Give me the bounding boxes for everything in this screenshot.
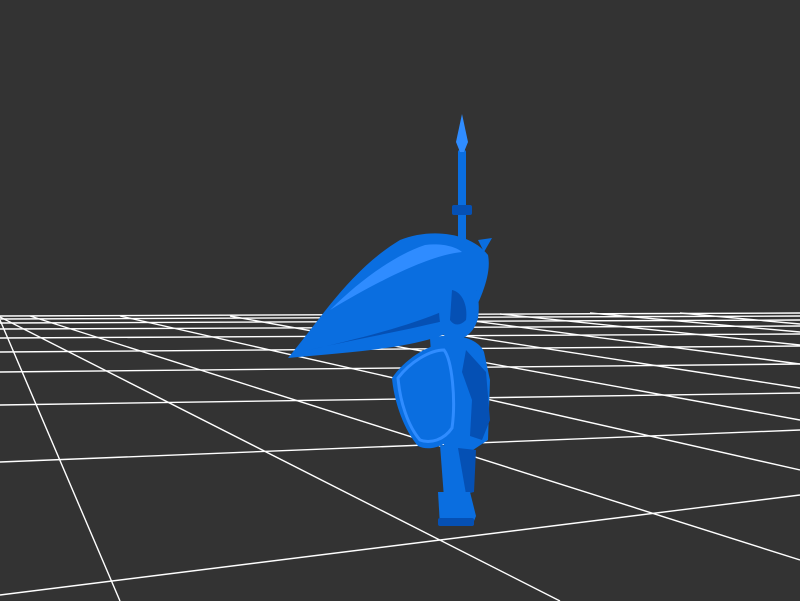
- 3d-viewport[interactable]: [0, 0, 800, 601]
- 3d-model[interactable]: [288, 114, 492, 526]
- ground-grid: [0, 312, 800, 601]
- grid-line: [0, 494, 800, 596]
- spear-guard: [452, 205, 472, 215]
- scene-canvas[interactable]: [0, 0, 800, 601]
- boot-sole: [438, 518, 474, 526]
- spear-tip: [456, 114, 468, 152]
- grid-line: [0, 429, 800, 463]
- grid-line: [0, 319, 121, 601]
